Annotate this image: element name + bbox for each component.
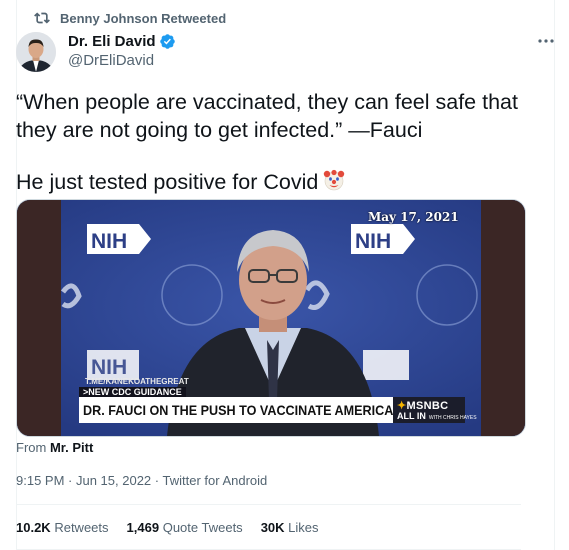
show-name: ALL IN [397, 411, 426, 421]
retweet-context[interactable]: Benny Johnson Retweeted [16, 10, 226, 26]
tweet-metadata: 9:15 PM · Jun 15, 2022 · Twitter for And… [16, 473, 268, 488]
lower-third-headline: DR. FAUCI ON THE PUSH TO VACCINATE AMERI… [83, 402, 394, 418]
tweet-quote-line: “When people are vaccinated, they can fe… [16, 90, 518, 142]
lower-third-kicker: >NEW CDC GUIDANCE [79, 387, 186, 397]
tweet-client[interactable]: Twitter for Android [163, 473, 268, 488]
likes-label: Likes [288, 520, 319, 535]
show-subtitle: WITH CHRIS HAYES [428, 415, 477, 421]
tweet-body: “When people are vaccinated, they can fe… [16, 88, 526, 196]
retweets-label: Retweets [54, 520, 109, 535]
likes-stat[interactable]: 30K Likes [261, 520, 319, 535]
svg-text:NIH: NIH [91, 356, 127, 379]
retweets-count: 10.2K [16, 520, 51, 535]
author-name[interactable]: Dr. Eli David [68, 33, 156, 50]
author-block: Dr. Eli David @DrEliDavid [68, 33, 176, 69]
likes-count: 30K [260, 520, 285, 535]
quote-tweets-label: Quote Tweets [162, 520, 243, 535]
retweets-stat[interactable]: 10.2K Retweets [16, 520, 109, 535]
show-logo: ALL IN WITH CHRIS HAYES [397, 411, 477, 421]
tweet-time[interactable]: 9:15 PM [16, 473, 64, 488]
clown-face-icon [324, 169, 345, 191]
retweet-icon [34, 12, 50, 24]
tweet-comment-line: He just tested positive for Covid [16, 168, 526, 196]
verified-badge-icon [159, 34, 175, 49]
divider [16, 504, 521, 505]
quote-tweets-stat[interactable]: 1,469 Quote Tweets [127, 520, 243, 535]
author-handle[interactable]: @DrEliDavid [68, 52, 176, 69]
source-name[interactable]: Mr. Pitt [50, 440, 93, 455]
source-attribution: From Mr. Pitt [16, 440, 93, 455]
source-prefix: From [16, 440, 47, 455]
tweet-comment-text: He just tested positive for Covid [16, 170, 319, 194]
nih-logo-right: NIH [355, 230, 391, 253]
more-options-icon[interactable] [535, 30, 557, 52]
nih-logo-left: NIH [91, 230, 127, 253]
video-watermark: T.ME/KANEKOATHEGREAT [85, 377, 189, 386]
retweet-label: Benny Johnson Retweeted [60, 10, 227, 26]
quote-tweets-count: 1,469 [126, 520, 160, 535]
avatar-image [16, 32, 56, 72]
engagement-stats: 10.2K Retweets 1,469 Quote Tweets 30K Li… [16, 520, 337, 535]
video-date-stamp: May 17, 2021 [368, 210, 459, 224]
video-media[interactable]: NIH NIH NIH May 17, 2021 T.ME/KANEKOATHE… [16, 199, 526, 437]
avatar[interactable] [16, 32, 56, 72]
tweet-date[interactable]: Jun 15, 2022 [76, 473, 151, 488]
